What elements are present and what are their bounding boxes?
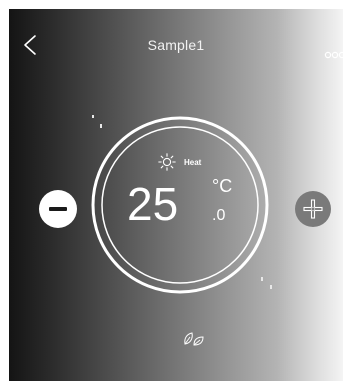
more-options-icon[interactable] bbox=[324, 47, 343, 59]
temperature-value: 25 bbox=[127, 178, 179, 230]
thermostat-screen: Sample1 Heat 25 °C .0 bbox=[9, 9, 343, 381]
minus-icon bbox=[49, 207, 67, 211]
leaf-icon[interactable] bbox=[183, 331, 205, 347]
decrease-temperature-button[interactable] bbox=[39, 190, 77, 228]
page-title: Sample1 bbox=[147, 37, 205, 53]
mode-label: Heat bbox=[184, 158, 202, 167]
plus-icon bbox=[303, 199, 323, 219]
sun-icon bbox=[158, 153, 176, 171]
temperature-unit: °C bbox=[212, 176, 233, 196]
temperature-dial[interactable] bbox=[89, 114, 271, 296]
increase-temperature-button[interactable] bbox=[295, 191, 331, 227]
temperature-decimal: .0 bbox=[212, 207, 226, 224]
